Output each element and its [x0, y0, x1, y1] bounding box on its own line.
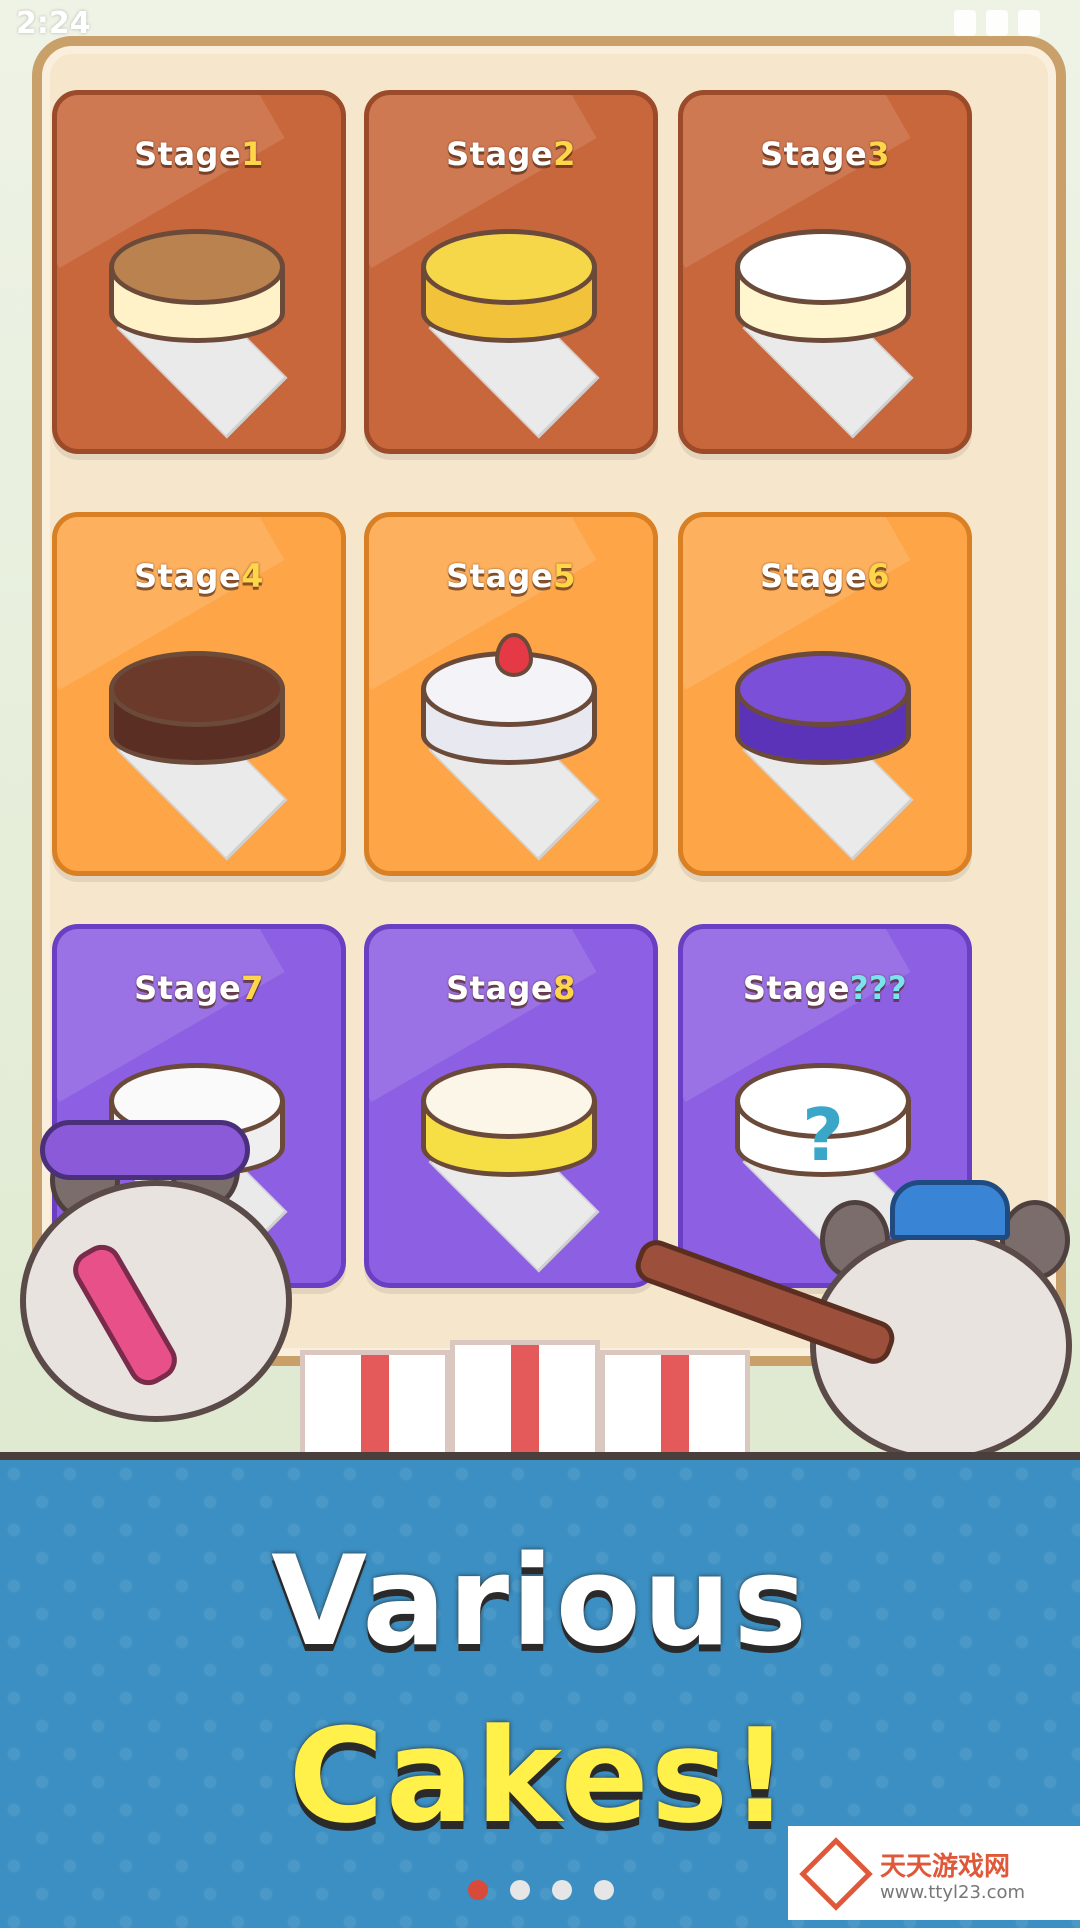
stage-label: Stage8	[446, 969, 576, 1007]
cheesecake-cake-icon	[109, 229, 285, 349]
watermark-url: www.ttyl23.com	[880, 1882, 1026, 1903]
stage-card-3[interactable]: Stage3	[678, 90, 972, 454]
battery-icon	[1018, 10, 1040, 36]
stage-card-4[interactable]: Stage4	[52, 512, 346, 876]
stage-label: Stage6	[760, 557, 890, 595]
page-dot[interactable]	[552, 1880, 572, 1900]
stage-label: Stage5	[446, 557, 576, 595]
cream-cake-icon	[735, 229, 911, 349]
strawberry-icon	[495, 633, 533, 677]
watermark: 天天游戏网 www.ttyl23.com	[788, 1826, 1080, 1920]
lemon-cake-icon	[421, 1063, 597, 1183]
stage-card-5[interactable]: Stage5	[364, 512, 658, 876]
hamster-chef-left	[0, 1120, 300, 1450]
strawberry-cake-icon	[421, 633, 597, 771]
gift-box	[450, 1340, 600, 1460]
page-indicator	[468, 1880, 614, 1900]
sponge-cake-icon	[421, 229, 597, 349]
stage-label: Stage3	[760, 135, 890, 173]
gift-boxes	[300, 1340, 780, 1470]
watermark-logo-icon	[799, 1837, 873, 1911]
stage-label: Stage1	[134, 135, 264, 173]
page-dot[interactable]	[510, 1880, 530, 1900]
stage-label: Stage2	[446, 135, 576, 173]
page-dot[interactable]	[594, 1880, 614, 1900]
status-icons	[954, 10, 1040, 36]
stage-label: Stage4	[134, 557, 264, 595]
watermark-title: 天天游戏网	[880, 1852, 1011, 1882]
stage-label: Stage7	[134, 969, 264, 1007]
wifi-icon	[954, 10, 976, 36]
stage-card-8[interactable]: Stage8	[364, 924, 658, 1288]
stage-card-2[interactable]: Stage2	[364, 90, 658, 454]
stage-card-1[interactable]: Stage1	[52, 90, 346, 454]
stage-label: Stage???	[742, 969, 908, 1007]
stage-card-6[interactable]: Stage6	[678, 512, 972, 876]
chef-hat-icon	[40, 1120, 250, 1180]
mystery-cake-icon: ?	[735, 1063, 911, 1183]
page-dot[interactable]	[468, 1880, 488, 1900]
chocolate-cake-icon	[109, 651, 285, 771]
cap-icon	[890, 1180, 1010, 1240]
hamster-body	[20, 1180, 292, 1422]
signal-icon	[986, 10, 1008, 36]
headline-line1: Various	[271, 1530, 809, 1674]
galaxy-cake-icon	[735, 651, 911, 771]
question-mark-icon: ?	[802, 1093, 844, 1177]
